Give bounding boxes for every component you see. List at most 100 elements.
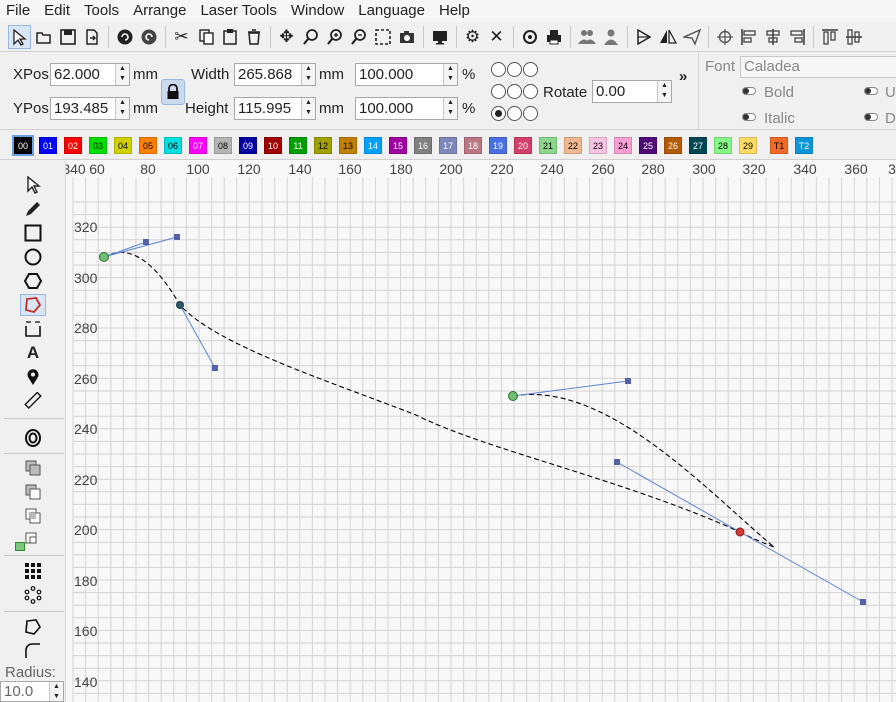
scale-y-spinner[interactable]: ▲ ▼: [443, 98, 457, 119]
menu-tools[interactable]: Tools: [78, 0, 127, 22]
delete-icon[interactable]: [242, 25, 265, 49]
canvas-drawing[interactable]: 340 60 80 100 120 140 160 180 200 220 240 260 280 300…: [66, 160, 896, 702]
align-left-icon[interactable]: [737, 25, 760, 49]
start-node[interactable]: [508, 391, 518, 401]
color-swatch-07[interactable]: 07: [189, 137, 207, 154]
zoom-in-icon[interactable]: [323, 25, 346, 49]
cut-icon[interactable]: ✂: [170, 25, 193, 49]
corner-round-icon[interactable]: [20, 640, 46, 662]
color-swatch-29[interactable]: 29: [739, 137, 757, 154]
union-icon[interactable]: [20, 457, 46, 479]
pencil-icon[interactable]: [20, 198, 46, 220]
height-input[interactable]: 115.995 ▲ ▼: [234, 97, 316, 120]
radius-spinner[interactable]: ▲ ▼: [49, 682, 63, 701]
bold-toggle[interactable]: [742, 87, 756, 95]
color-swatch-18[interactable]: 18: [464, 137, 482, 154]
radius-input[interactable]: 10.0 ▲ ▼: [0, 681, 64, 702]
color-swatch-27[interactable]: 27: [689, 137, 707, 154]
export-icon[interactable]: [80, 25, 103, 49]
zoom-out-icon[interactable]: [347, 25, 370, 49]
color-swatch-00[interactable]: 00: [12, 135, 34, 156]
send-icon[interactable]: [680, 25, 703, 49]
color-swatch-20[interactable]: 20: [514, 137, 532, 154]
scale-y-input[interactable]: 100.000 ▲ ▼: [355, 97, 458, 120]
location-pin-icon[interactable]: [20, 366, 46, 388]
lock-ratio-button[interactable]: [161, 79, 185, 105]
settings-icon[interactable]: ⚙: [461, 25, 484, 49]
group-icon[interactable]: [575, 25, 598, 49]
control-handle[interactable]: [614, 459, 620, 465]
save-icon[interactable]: [56, 25, 79, 49]
menu-language[interactable]: Language: [352, 0, 433, 22]
color-swatch-01[interactable]: 01: [39, 137, 57, 154]
align-right-icon[interactable]: [785, 25, 808, 49]
tools-icon[interactable]: ✕: [485, 25, 508, 49]
color-swatch-24[interactable]: 24: [614, 137, 632, 154]
color-swatch-19[interactable]: 19: [489, 137, 507, 154]
color-swatch-05[interactable]: 05: [139, 137, 157, 154]
measure-ruler-icon[interactable]: [20, 390, 46, 412]
anchor-bottom-right[interactable]: [523, 105, 538, 121]
paste-icon[interactable]: [218, 25, 241, 49]
scale-x-spinner[interactable]: ▲ ▼: [443, 64, 457, 85]
menu-laser-tools[interactable]: Laser Tools: [194, 0, 284, 22]
preview-icon[interactable]: [518, 25, 541, 49]
redo-icon[interactable]: [137, 25, 160, 49]
xpos-spinner[interactable]: ▲ ▼: [115, 64, 129, 85]
mirror-icon[interactable]: [656, 25, 679, 49]
start-node[interactable]: [99, 252, 109, 262]
color-swatch-21[interactable]: 21: [539, 137, 557, 154]
design-canvas[interactable]: 340 60 80 100 120 140 160 180 200 220 240 260 280 300…: [66, 160, 896, 702]
zoom-selection-icon[interactable]: [371, 25, 394, 49]
color-swatch-14[interactable]: 14: [364, 137, 382, 154]
italic-toggle[interactable]: [742, 113, 756, 121]
polygon-icon[interactable]: [20, 270, 46, 292]
menu-edit[interactable]: Edit: [38, 0, 78, 22]
color-swatch-T2[interactable]: T2: [795, 137, 813, 154]
print-icon[interactable]: [542, 25, 565, 49]
circular-array-icon[interactable]: [20, 584, 46, 606]
align-middle-icon[interactable]: [842, 25, 865, 49]
control-handle[interactable]: [625, 378, 631, 384]
color-swatch-23[interactable]: 23: [589, 137, 607, 154]
path-node[interactable]: [176, 301, 184, 309]
color-swatch-03[interactable]: 03: [89, 137, 107, 154]
anchor-bottom-left[interactable]: [491, 105, 506, 121]
anchor-center[interactable]: [507, 83, 522, 99]
move-icon[interactable]: ✥: [275, 25, 298, 49]
menu-window[interactable]: Window: [285, 0, 352, 22]
align-center-icon[interactable]: [761, 25, 784, 49]
offset-icon[interactable]: [20, 427, 46, 449]
color-swatch-08[interactable]: 08: [214, 137, 232, 154]
color-swatch-16[interactable]: 16: [414, 137, 432, 154]
color-swatch-10[interactable]: 10: [264, 137, 282, 154]
control-handle[interactable]: [860, 599, 866, 605]
more-options-button[interactable]: »: [679, 68, 687, 85]
color-swatch-25[interactable]: 25: [639, 137, 657, 154]
color-swatch-15[interactable]: 15: [389, 137, 407, 154]
anchor-middle-left[interactable]: [491, 83, 506, 99]
menu-file[interactable]: File: [0, 0, 38, 22]
font-select[interactable]: Caladea: [740, 56, 896, 78]
color-swatch-26[interactable]: 26: [664, 137, 682, 154]
intersect-icon[interactable]: [20, 505, 46, 527]
anchor-bottom-center[interactable]: [507, 105, 522, 121]
color-swatch-02[interactable]: 02: [64, 137, 82, 154]
control-handle[interactable]: [174, 234, 180, 240]
anchor-middle-right[interactable]: [523, 83, 538, 99]
height-spinner[interactable]: ▲ ▼: [301, 98, 315, 119]
control-handle[interactable]: [212, 365, 218, 371]
ungroup-icon[interactable]: [599, 25, 622, 49]
distort-toggle[interactable]: [864, 113, 878, 121]
zoom-fit-icon[interactable]: [299, 25, 322, 49]
target-icon[interactable]: [713, 25, 736, 49]
color-swatch-04[interactable]: 04: [114, 137, 132, 154]
color-swatch-09[interactable]: 09: [239, 137, 257, 154]
anchor-top-right[interactable]: [523, 61, 538, 77]
flip-h-icon[interactable]: [632, 25, 655, 49]
undo-icon[interactable]: [113, 25, 136, 49]
select-arrow-icon[interactable]: [20, 174, 46, 196]
copy-icon[interactable]: [194, 25, 217, 49]
width-spinner[interactable]: ▲ ▼: [301, 64, 315, 85]
underline-toggle[interactable]: [864, 87, 878, 95]
